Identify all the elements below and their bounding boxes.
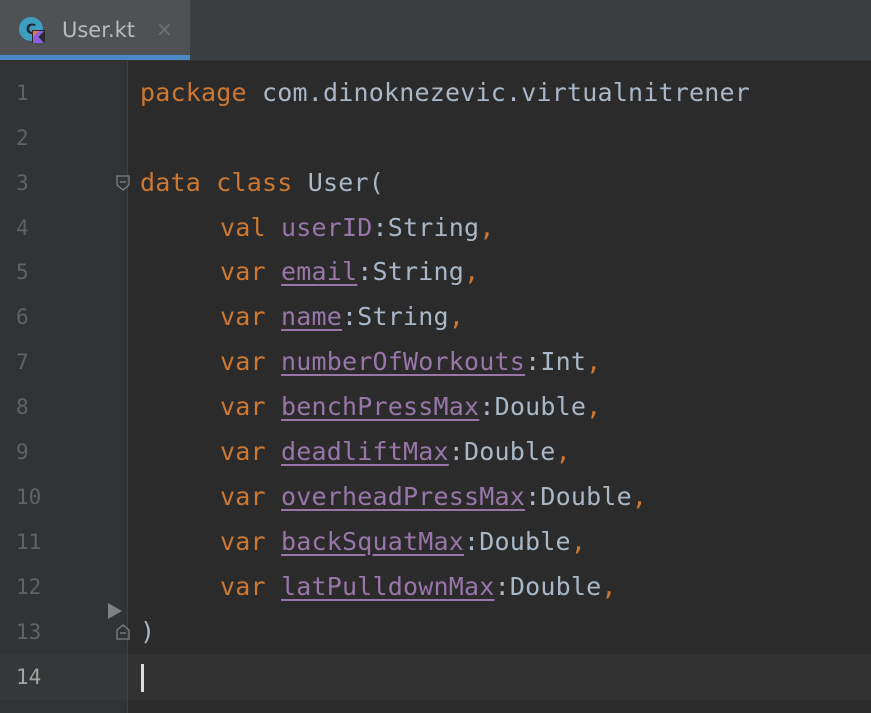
editor-tab-bar: C User.kt × <box>0 0 871 61</box>
tab-filename: User.kt <box>62 18 136 42</box>
kotlin-class-icon: C <box>19 17 45 43</box>
property-name: deadliftMax <box>281 437 449 466</box>
keyword: var <box>220 572 266 601</box>
type-annotation: :Double <box>494 572 602 601</box>
code-line-param[interactable]: var latPulldownMax:Double, <box>220 564 617 610</box>
comma: , <box>448 302 465 331</box>
keyword: class <box>216 168 293 197</box>
text-caret <box>141 664 144 692</box>
comma: , <box>586 347 602 376</box>
keyword: val <box>220 213 266 242</box>
code-line-param[interactable]: var numberOfWorkouts:Int, <box>220 339 601 385</box>
property-name: numberOfWorkouts <box>281 347 526 376</box>
type-annotation: :Double <box>479 392 587 421</box>
property-name: email <box>281 257 358 286</box>
gutter-separator <box>127 61 128 713</box>
comma: , <box>631 482 648 511</box>
editor-window: C User.kt × 1 2 3 4 5 6 7 8 9 10 11 12 1… <box>0 0 871 713</box>
property-name: overheadPressMax <box>281 482 526 511</box>
line-number: 11 <box>16 530 42 554</box>
type-annotation: :Double <box>525 482 632 511</box>
comma: , <box>464 257 480 286</box>
current-line-highlight <box>128 654 871 700</box>
type-annotation: :String <box>342 302 449 331</box>
line-number: 9 <box>16 440 29 464</box>
line-number: 2 <box>16 126 29 150</box>
comma: , <box>601 572 617 601</box>
type-annotation: :Double <box>464 527 571 556</box>
line-number: 4 <box>16 216 29 240</box>
code-line-package[interactable]: package com.dinoknezevic.virtualnitrener <box>140 70 750 116</box>
property-name: backSquatMax <box>281 527 465 556</box>
keyword: var <box>220 527 266 556</box>
line-number: 13 <box>16 620 42 644</box>
active-tab-indicator <box>0 55 190 60</box>
code-line-param[interactable]: var email:String, <box>220 249 479 295</box>
keyword: var <box>220 392 266 421</box>
property-name: userID <box>281 213 373 242</box>
type-annotation: :String <box>357 257 465 286</box>
line-number: 3 <box>16 171 29 195</box>
type-annotation: :Int <box>525 347 587 376</box>
comma: , <box>570 527 587 556</box>
code-line-param[interactable]: var benchPressMax:Double, <box>220 384 601 430</box>
property-name: name <box>281 302 343 331</box>
class-name: User( <box>292 168 385 197</box>
line-number: 1 <box>16 81 29 105</box>
keyword: var <box>220 437 266 466</box>
code-line-close-paren[interactable]: ) <box>140 609 155 655</box>
package-name: com.dinoknezevic.virtualnitrener <box>246 78 751 107</box>
type-annotation: :Double <box>448 437 556 466</box>
line-number: 12 <box>16 575 42 599</box>
code-line-param[interactable]: var name:String, <box>220 294 464 340</box>
keyword: var <box>220 302 266 331</box>
comma: , <box>555 437 571 466</box>
fold-close-icon[interactable] <box>116 624 130 640</box>
line-number: 7 <box>16 350 29 374</box>
property-name: benchPressMax <box>281 392 480 421</box>
code-line-param[interactable]: var deadliftMax:Double, <box>220 429 571 475</box>
keyword: var <box>220 482 266 511</box>
close-paren: ) <box>140 617 156 646</box>
property-name: latPulldownMax <box>281 572 495 601</box>
run-gutter-icon[interactable] <box>108 603 122 619</box>
code-line-param[interactable]: var backSquatMax:Double, <box>220 519 586 565</box>
keyword: data <box>140 168 202 197</box>
comma: , <box>586 392 602 421</box>
code-line-param[interactable]: var overheadPressMax:Double, <box>220 474 647 520</box>
keyword: package <box>140 78 247 107</box>
line-number: 6 <box>16 305 29 329</box>
line-number: 10 <box>16 485 42 509</box>
keyword: var <box>220 257 266 286</box>
code-line-param[interactable]: val userID:String, <box>220 205 495 251</box>
line-number-active: 14 <box>16 665 42 689</box>
tab-user-kt[interactable]: C User.kt × <box>0 0 190 60</box>
line-number: 5 <box>16 260 29 284</box>
code-line-class-decl[interactable]: data class User( <box>140 160 384 206</box>
type-annotation: :String <box>372 213 480 242</box>
comma: , <box>479 213 495 242</box>
fold-open-icon[interactable] <box>116 175 130 191</box>
tab-close-icon[interactable]: × <box>156 17 173 41</box>
keyword: var <box>220 347 266 376</box>
line-number: 8 <box>16 395 29 419</box>
